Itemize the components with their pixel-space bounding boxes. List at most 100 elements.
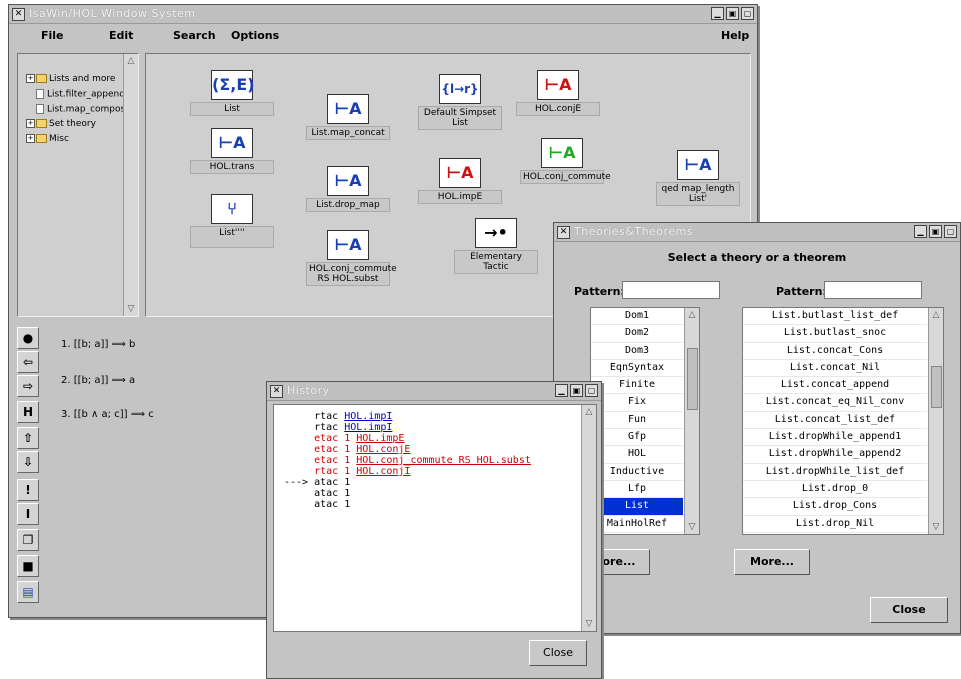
theory-list-item[interactable]: HOL — [591, 446, 683, 464]
theory-list-item[interactable]: Dom3 — [591, 343, 683, 360]
down-button[interactable]: ⇩ — [17, 451, 39, 473]
theorem-list-item[interactable]: List.drop_Nil — [743, 516, 927, 533]
theory-list-scrollbar[interactable]: △ ▽ — [684, 308, 699, 534]
theorem-list-item[interactable]: List.drop_Suc_Cons — [743, 533, 927, 534]
history-line[interactable]: etac 1 HOL.conjE — [284, 444, 410, 455]
tree-scrollbar[interactable]: △ ▽ — [123, 54, 138, 316]
theorem-list-item[interactable]: List.butlast_list_def — [743, 308, 927, 326]
theorem-list-item[interactable]: List.drop_Cons — [743, 498, 927, 516]
more-button-right[interactable]: More... — [734, 549, 810, 575]
theory-list-item[interactable]: Dom1 — [591, 308, 683, 326]
bullet-button[interactable]: ● — [17, 327, 39, 349]
theory-list-item[interactable]: Dom2 — [591, 325, 683, 343]
main-titlebar[interactable]: ✕ IsaWin/HOL Window System ▁ ▣ ▢ — [9, 5, 757, 24]
close-icon[interactable]: ✕ — [270, 385, 283, 398]
theorem-list-item[interactable]: List.drop_0 — [743, 481, 927, 499]
maximize-icon[interactable]: ▣ — [929, 225, 942, 238]
menu-edit[interactable]: Edit — [109, 29, 133, 42]
history-scrollbar[interactable]: △ ▽ — [581, 405, 596, 631]
scroll-thumb[interactable] — [931, 366, 942, 408]
maximize-icon[interactable]: ▣ — [726, 7, 739, 20]
close-icon[interactable]: ✕ — [557, 226, 570, 239]
object-qed-map-length[interactable]: ⊢A qed map_length List' — [656, 150, 740, 206]
theorem-list-item[interactable]: List.concat_Cons — [743, 343, 927, 360]
history-theorem-link[interactable]: HOL.impE — [356, 433, 404, 444]
history-close-button[interactable]: Close — [529, 640, 587, 666]
history-titlebar[interactable]: ✕ History ▁ ▣ ▢ — [267, 382, 601, 401]
scroll-down-icon[interactable]: ▽ — [124, 302, 138, 316]
scroll-down-icon[interactable]: ▽ — [582, 617, 596, 631]
object-list-theory[interactable]: (Σ,E) List — [190, 70, 274, 116]
history-button[interactable]: H — [17, 401, 39, 423]
scroll-up-icon[interactable]: △ — [124, 54, 138, 68]
history-line[interactable]: rtac 1 HOL.conjI — [284, 466, 410, 477]
theories-titlebar[interactable]: ✕ Theories&Theorems ▁ ▣ ▢ — [554, 223, 960, 242]
minimize-icon[interactable]: ▁ — [711, 7, 724, 20]
theory-list-item[interactable]: Fun — [591, 412, 683, 430]
history-theorem-link[interactable]: HOL.conjE — [356, 444, 410, 455]
expand-icon[interactable]: + — [26, 74, 35, 83]
theory-list-item[interactable]: Fix — [591, 394, 683, 412]
object-elementary-tactic[interactable]: →• Elementary Tactic — [454, 218, 538, 274]
history-line[interactable]: etac 1 HOL.impE — [284, 433, 404, 444]
object-list-proof[interactable]: ⑂ List'''' — [190, 194, 274, 248]
tree-item-lists-and-more[interactable]: + Lists and more — [26, 74, 115, 84]
theorem-list-item[interactable]: List.butlast_snoc — [743, 325, 927, 343]
theories-close-button[interactable]: Close — [870, 597, 948, 623]
history-line[interactable]: rtac HOL.impI — [284, 422, 392, 433]
tree-item-map-compose[interactable]: List.map_compose — [36, 104, 131, 115]
history-line[interactable]: atac 1 — [284, 488, 356, 499]
expand-icon[interactable]: + — [26, 134, 35, 143]
close-window-icon[interactable]: ▢ — [585, 384, 598, 397]
history-theorem-link[interactable]: HOL.conj_commute RS HOL.subst — [356, 455, 531, 466]
theorem-list-item[interactable]: List.concat_Nil — [743, 360, 927, 378]
minimize-icon[interactable]: ▁ — [914, 225, 927, 238]
monitor-button[interactable]: ▤ — [17, 581, 39, 603]
pattern-input-left[interactable] — [622, 281, 720, 299]
object-hol-impe[interactable]: ⊢A HOL.impE — [418, 158, 502, 204]
expand-icon[interactable]: + — [26, 119, 35, 128]
exclaim-button[interactable]: ! — [17, 479, 39, 501]
theory-list-item[interactable]: Inductive — [591, 464, 683, 481]
insert-button[interactable]: I — [17, 503, 39, 525]
object-hol-conje[interactable]: ⊢A HOL.conjE — [516, 70, 600, 116]
tree-item-misc[interactable]: + Misc — [26, 134, 69, 144]
theory-list-item[interactable]: List — [591, 498, 683, 516]
history-theorem-link[interactable]: HOL.conjI — [356, 466, 410, 477]
object-list-drop-map[interactable]: ⊢A List.drop_map — [306, 166, 390, 212]
object-list-map-concat[interactable]: ⊢A List.map_concat — [306, 94, 390, 140]
scroll-down-icon[interactable]: ▽ — [929, 520, 943, 534]
object-hol-conj-commute[interactable]: ⊢A HOL.conj_commute — [520, 138, 611, 184]
stop-button[interactable]: ■ — [17, 555, 39, 577]
theorem-list-item[interactable]: List.concat_append — [743, 377, 927, 395]
theorem-list-scrollbar[interactable]: △ ▽ — [928, 308, 943, 534]
windows-button[interactable]: ❐ — [17, 529, 39, 551]
theory-list-item[interactable]: Lfp — [591, 481, 683, 499]
menu-help[interactable]: Help — [721, 29, 749, 42]
scroll-thumb[interactable] — [687, 348, 698, 410]
history-theorem-link[interactable]: HOL.impI — [344, 422, 392, 433]
object-conj-commute-subst[interactable]: ⊢A HOL.conj_commute RS HOL.subst — [306, 230, 397, 286]
minimize-icon[interactable]: ▁ — [555, 384, 568, 397]
maximize-icon[interactable]: ▣ — [570, 384, 583, 397]
theorem-list-item[interactable]: List.concat_eq_Nil_conv — [743, 394, 927, 412]
menu-search[interactable]: Search — [173, 29, 216, 42]
theory-list-item[interactable]: Finite — [591, 377, 683, 395]
theory-list-item[interactable]: EqnSyntax — [591, 360, 683, 378]
history-line[interactable]: etac 1 HOL.conj_commute RS HOL.subst — [284, 455, 531, 466]
tree-item-filter-append[interactable]: List.filter_append — [36, 89, 125, 100]
history-theorem-link[interactable]: HOL.impI — [344, 411, 392, 422]
history-line[interactable]: ---> atac 1 — [284, 477, 356, 488]
history-line[interactable]: rtac HOL.impI — [284, 411, 392, 422]
theorem-list-item[interactable]: List.dropWhile_append1 — [743, 429, 927, 447]
back-button[interactable]: ⇦ — [17, 351, 39, 373]
menu-options[interactable]: Options — [231, 29, 279, 42]
tree-item-set-theory[interactable]: + Set theory — [26, 119, 96, 129]
pattern-input-right[interactable] — [824, 281, 922, 299]
scroll-up-icon[interactable]: △ — [685, 308, 699, 322]
theorem-list-item[interactable]: List.dropWhile_append2 — [743, 446, 927, 464]
up-button[interactable]: ⇧ — [17, 427, 39, 449]
theorem-list-item[interactable]: List.dropWhile_list_def — [743, 464, 927, 481]
menu-file[interactable]: File — [41, 29, 64, 42]
object-hol-trans[interactable]: ⊢A HOL.trans — [190, 128, 274, 174]
